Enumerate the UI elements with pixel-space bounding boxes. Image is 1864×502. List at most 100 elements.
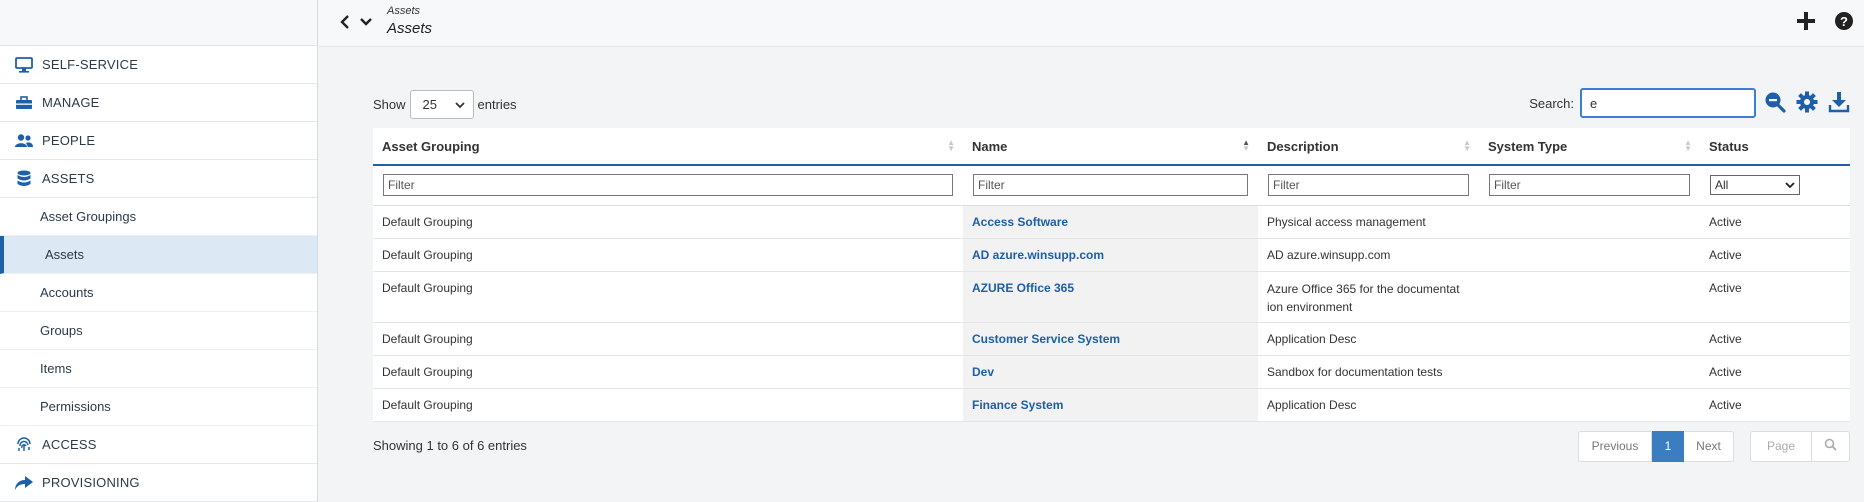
table-row: Default Grouping AZURE Office 365 Azure … [373,271,1850,323]
cell-status: Active [1700,322,1850,356]
nav-sub-permissions[interactable]: Permissions [0,388,317,426]
table-row: Default Grouping AD azure.winsupp.com AD… [373,238,1850,272]
nav-item-self-service[interactable]: SELF-SERVICE [0,46,317,84]
cell-status: Active [1700,271,1850,323]
table-footer: Showing 1 to 6 of 6 entries Previous 1 N… [373,422,1850,468]
cell-name-link[interactable]: Finance System [963,388,1258,422]
filter-input-asset-grouping[interactable]: Filter [383,174,953,197]
zoom-out-icon[interactable] [1764,91,1786,116]
column-header-label: Status [1709,138,1749,154]
column-header-system-type[interactable]: System Type ▲ ▼ [1479,128,1700,166]
header-nav [339,14,373,33]
main-content: Show 25 entries Search: e Asset Grouping… [373,86,1850,468]
next-button[interactable]: Next [1684,430,1734,462]
cell-description: Application Desc [1258,322,1479,356]
cell-status: Active [1700,388,1850,422]
nav-sub-assets[interactable]: Assets [0,236,317,274]
fingerprint-icon [14,436,34,454]
cell-grouping: Default Grouping [373,205,963,239]
cell-name-link[interactable]: Access Software [963,205,1258,239]
table-header-row: Asset Grouping ▲ ▼ Name ▲ ▼ Description ▲ ▼ Sy… [373,128,1850,166]
download-icon[interactable] [1828,91,1850,116]
nav-item-manage[interactable]: MANAGE [0,84,317,122]
cell-system-type [1479,205,1700,239]
svg-text:?: ? [1840,14,1848,29]
column-header-asset-grouping[interactable]: Asset Grouping ▲ ▼ [373,128,963,166]
search-input[interactable]: e [1580,88,1756,118]
nav-item-label: SELF-SERVICE [42,57,139,72]
cell-system-type [1479,322,1700,356]
chevron-down-icon [1785,178,1795,192]
cell-grouping: Default Grouping [373,388,963,422]
cell-description: Application Desc [1258,388,1479,422]
gear-icon[interactable] [1796,91,1818,116]
nav-sub-label: Accounts [40,285,94,300]
cell-grouping: Default Grouping [373,355,963,389]
cell-status: Active [1700,238,1850,272]
nav-item-assets[interactable]: ASSETS [0,160,317,198]
table-row: Default Grouping Finance System Applicat… [373,388,1850,422]
page-title: Assets [387,20,433,37]
table-row: Default Grouping Customer Service System… [373,322,1850,356]
nav-item-label: ACCESS [42,437,97,452]
entries-select-value: 25 [422,97,437,112]
entries-label: entries [477,97,517,112]
back-arrow-icon[interactable] [339,14,351,33]
cell-system-type [1479,238,1700,272]
cell-status: Active [1700,355,1850,389]
nav-sub-label: Items [40,361,72,376]
cell-grouping: Default Grouping [373,271,963,323]
help-icon[interactable]: ? [1834,11,1854,34]
nav-item-label: ASSETS [42,171,95,186]
column-header-description[interactable]: Description ▲ ▼ [1258,128,1479,166]
column-header-label: Description [1267,138,1339,154]
cell-name-link[interactable]: Customer Service System [963,322,1258,356]
filter-select-status[interactable]: All [1710,175,1800,196]
header-actions: ? [1796,11,1854,34]
cell-name-link[interactable]: AZURE Office 365 [963,271,1258,323]
nav-sub-items[interactable]: Items [0,350,317,388]
nav-item-people[interactable]: PEOPLE [0,122,317,160]
page-1-button[interactable]: 1 [1652,430,1684,462]
nav-sub-asset-groupings[interactable]: Asset Groupings [0,198,317,236]
cell-system-type [1479,388,1700,422]
sort-icon: ▲ ▼ [1684,138,1692,153]
cell-name-link[interactable]: Dev [963,355,1258,389]
column-header-status[interactable]: Status [1700,128,1850,166]
nav-sub-label: Assets [45,247,85,262]
page-number-input[interactable]: Page [1750,430,1812,462]
cell-system-type [1479,271,1700,323]
nav-sub-label: Permissions [40,399,111,414]
sort-icon: ▲ ▼ [947,138,955,153]
filter-input-description[interactable]: Filter [1268,174,1469,197]
cell-description: AD azure.winsupp.com [1258,238,1479,272]
share-arrow-icon [14,474,34,492]
sidebar-header [0,0,317,46]
column-header-name[interactable]: Name ▲ ▼ [963,128,1258,166]
previous-button[interactable]: Previous [1578,430,1652,462]
assets-table: Asset Grouping ▲ ▼ Name ▲ ▼ Description ▲ ▼ Sy… [373,128,1850,422]
top-header: Assets Assets ? [319,0,1864,47]
cell-description: Physical access management [1258,205,1479,239]
cell-grouping: Default Grouping [373,322,963,356]
nav-sub-accounts[interactable]: Accounts [0,274,317,312]
chevron-down-icon [454,97,465,112]
entries-select[interactable]: 25 [409,90,474,119]
nav-sub-groups[interactable]: Groups [0,312,317,350]
pagination: Previous 1 Next Page [1578,430,1850,462]
filter-select-value: All [1715,178,1729,193]
chevron-down-icon[interactable] [359,14,373,33]
cell-grouping: Default Grouping [373,238,963,272]
sidebar: SELF-SERVICE MANAGE PEOPLE ASSETS Asset … [0,0,318,502]
plus-icon[interactable] [1796,11,1816,34]
show-label: Show [373,97,406,112]
filter-input-name[interactable]: Filter [973,174,1248,197]
nav-sub-label: Groups [40,323,83,338]
nav-item-label: MANAGE [42,95,100,110]
nav-item-access[interactable]: ACCESS [0,426,317,464]
page-go-button[interactable] [1812,430,1850,462]
filter-input-system-type[interactable]: Filter [1489,174,1690,197]
nav-item-provisioning[interactable]: PROVISIONING [0,464,317,502]
breadcrumb[interactable]: Assets [387,5,420,17]
cell-name-link[interactable]: AD azure.winsupp.com [963,238,1258,272]
